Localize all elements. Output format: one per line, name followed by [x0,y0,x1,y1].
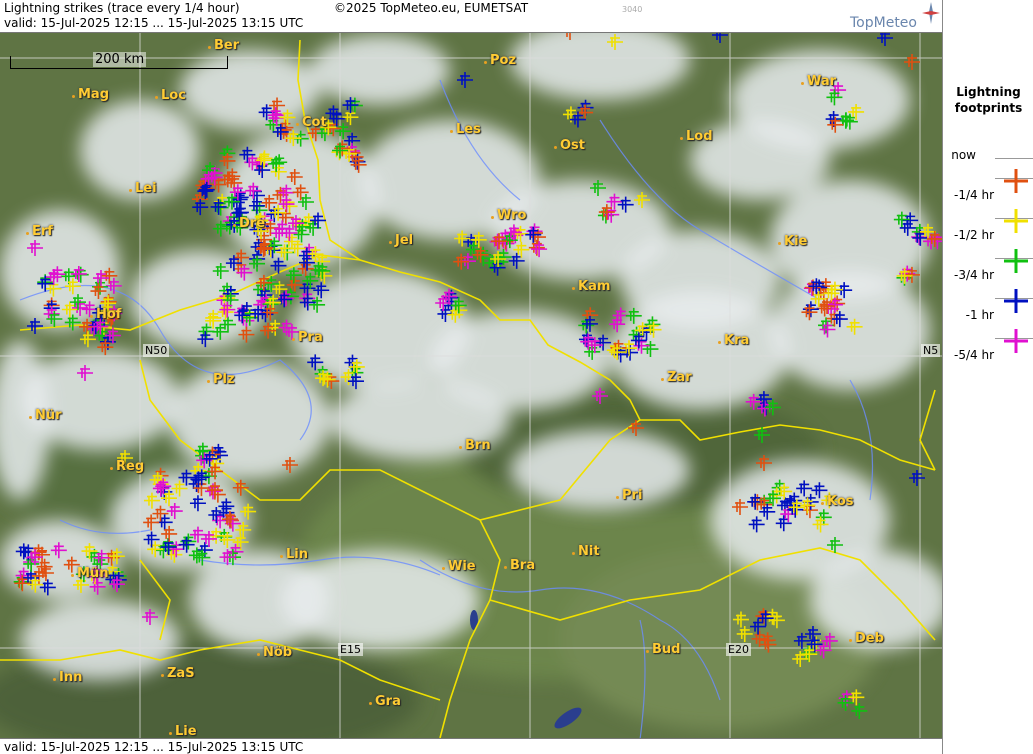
grid-label-e20: E20 [726,643,751,656]
legend-label: -1/2 hr [954,228,994,242]
city-gra[interactable]: Gra [369,694,401,709]
city-wro[interactable]: Wro [490,208,526,223]
legend-item-now: now [943,148,1033,168]
map-code: 3040 [622,5,643,14]
map-canvas [0,0,942,754]
city-pri[interactable]: Pri [615,488,642,503]
grid-label-e15: E15 [338,643,363,656]
city-cot[interactable]: Cot [296,115,327,130]
city-lei[interactable]: Lei [129,181,157,196]
city-lin[interactable]: Lin [280,547,308,562]
city-mun[interactable]: Mün [70,566,108,581]
legend-label: -5/4 hr [954,348,994,362]
city-ost[interactable]: Ost [553,138,585,153]
city-erf[interactable]: Erf [26,224,53,239]
city-nob[interactable]: Nöb [256,645,292,660]
city-lod[interactable]: Lod [680,129,713,144]
legend-label: -3/4 hr [954,268,994,282]
legend-item-one-hour: -1 hr [943,289,1033,328]
city-poz[interactable]: Poz [483,53,516,68]
legend-item-quarter: -1/4 hr [943,169,1033,208]
city-kos[interactable]: Kos [821,494,854,509]
scale-label: 200 km [93,52,147,67]
city-les[interactable]: Les [450,122,481,137]
copyright-text: ©2025 TopMeteo.eu, EUMETSAT [334,1,529,15]
city-reg[interactable]: Reg [109,459,144,474]
legend-item-three-quarter: -3/4 hr [943,249,1033,288]
legend-line [995,158,1033,159]
legend-label: -1/4 hr [954,188,994,202]
city-plz[interactable]: Plz [207,372,235,387]
city-zas[interactable]: ZaS [161,666,195,681]
city-nur[interactable]: Nür [29,408,62,423]
legend-cross-icon [1004,169,1028,193]
city-bud[interactable]: Bud [645,642,680,657]
grid-label-n50-right: N5 [921,344,941,357]
valid-period-bottom: valid: 15-Jul-2025 12:15 ... 15-Jul-2025… [4,740,304,754]
city-deb[interactable]: Deb [849,631,884,646]
city-war[interactable]: War [800,74,836,89]
city-hof[interactable]: Hof [89,307,121,322]
valid-period-top: valid: 15-Jul-2025 12:15 ... 15-Jul-2025… [4,16,304,30]
city-lie[interactable]: Lie [169,724,197,739]
city-loc[interactable]: Loc [155,88,186,103]
city-nit[interactable]: Nit [572,544,600,559]
map-header: Lightning strikes (trace every 1/4 hour)… [0,0,942,33]
topmeteo-logo[interactable]: TopMeteo [838,0,942,32]
city-bra[interactable]: Bra [503,558,535,573]
city-kam[interactable]: Kam [571,279,610,294]
logo-text: TopMeteo [850,15,917,31]
legend-title: Lightning footprints [954,85,1023,115]
map-title: Lightning strikes (trace every 1/4 hour) [4,1,240,15]
city-wie[interactable]: Wie [442,559,476,574]
map-footer: valid: 15-Jul-2025 12:15 ... 15-Jul-2025… [0,738,942,754]
legend-label: -1 hr [965,308,994,322]
city-mag[interactable]: Mag [71,87,109,102]
legend-cross-icon [1004,289,1028,313]
lightning-map[interactable]: Lightning strikes (trace every 1/4 hour)… [0,0,942,754]
city-ber[interactable]: Ber [207,38,239,53]
city-zar[interactable]: Zar [661,370,692,385]
legend-panel: Lightning footprints now -1/4 hr -1/2 hr… [942,0,1033,754]
legend-label: now [951,148,976,162]
legend-cross-icon [1004,209,1028,233]
legend-cross-icon [1004,329,1028,353]
legend-item-five-quarter: -5/4 hr [943,329,1033,368]
city-kie[interactable]: Kie [777,234,807,249]
city-dre[interactable]: Dre [232,216,265,231]
city-inn[interactable]: Inn [52,670,82,685]
compass-icon [922,2,940,24]
grid-label-n50-left: N50 [143,344,170,357]
city-pra[interactable]: Pra [292,330,323,345]
city-jel[interactable]: Jel [388,233,413,248]
city-brn[interactable]: Brn [459,438,491,453]
legend-item-half: -1/2 hr [943,209,1033,248]
city-kra[interactable]: Kra [717,333,749,348]
legend-cross-icon [1004,249,1028,273]
